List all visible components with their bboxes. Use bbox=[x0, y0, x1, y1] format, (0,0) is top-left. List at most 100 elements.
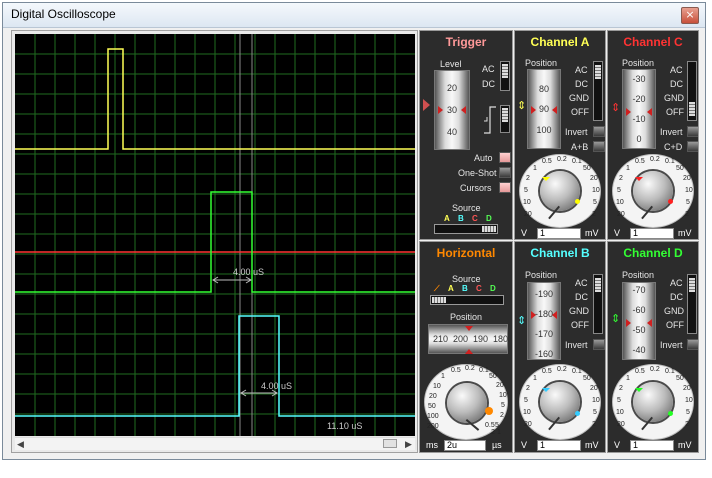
channel-b-unit-mv: mV bbox=[585, 440, 599, 450]
channel-a-scale-dial: 0.5 0.2 0.1 50 20 10 5 2 1 2 5 10 20 bbox=[519, 154, 601, 228]
channel-d-title: Channel D bbox=[623, 246, 683, 260]
channel-d-gnd: GND bbox=[664, 306, 684, 316]
channel-c-unit-v: V bbox=[614, 228, 621, 238]
channel-b-offset-icon: ⇕ bbox=[517, 315, 527, 327]
horizontal-panel: Horizontal Source ⟋ A B C D Position 210… bbox=[419, 241, 513, 453]
trigger-source-d: D bbox=[486, 214, 492, 223]
trigger-title: Trigger bbox=[445, 35, 487, 49]
channel-b-invert-button[interactable] bbox=[593, 339, 605, 350]
horizontal-value-field[interactable]: 2u bbox=[444, 440, 486, 451]
scroll-thumb[interactable] bbox=[383, 439, 397, 448]
trigger-scale-20: 20 bbox=[446, 83, 457, 93]
channel-c-position-drum[interactable]: -30 -20 -10 0 bbox=[622, 69, 656, 149]
channel-c-value-field[interactable]: 1 bbox=[630, 228, 674, 239]
channel-d-invert-label: Invert bbox=[660, 340, 683, 350]
channel-b-off: OFF bbox=[571, 320, 589, 330]
title-bar: Digital Oscilloscope × bbox=[3, 3, 705, 28]
channel-a-unit-mv: mV bbox=[585, 228, 599, 238]
channel-a-fine-marker-icon bbox=[575, 199, 580, 204]
channel-d-ac: AC bbox=[670, 278, 683, 288]
trigger-scale-40: 40 bbox=[446, 127, 457, 137]
channel-b-ac: AC bbox=[575, 278, 588, 288]
channel-c-scale-0: 0 bbox=[636, 134, 642, 144]
channel-c-invert-label: Invert bbox=[660, 127, 683, 137]
channel-c-pointer-left-icon bbox=[626, 108, 631, 116]
channel-a-value-field[interactable]: 1 bbox=[537, 228, 581, 239]
channel-d-value-field[interactable]: 1 bbox=[630, 440, 674, 451]
horizontal-scale-180: 180 bbox=[493, 334, 509, 344]
channel-d-position-drum[interactable]: -70 -60 -50 -40 bbox=[622, 282, 656, 360]
channel-b-invert-label: Invert bbox=[565, 340, 588, 350]
cursors-label: Cursors bbox=[460, 183, 492, 193]
channel-d-fine-marker-icon bbox=[668, 411, 673, 416]
channel-d-offset-icon: ⇕ bbox=[611, 313, 621, 325]
channel-b-coupling-switch[interactable] bbox=[593, 274, 603, 334]
scroll-right-icon[interactable]: ▶ bbox=[405, 438, 412, 450]
horizontal-source-c: C bbox=[476, 284, 482, 293]
horizontal-unit-ms: ms bbox=[426, 440, 438, 450]
channel-c-scale-dial: 0.5 0.2 0.1 50 20 10 5 2 1 2 5 10 20 bbox=[612, 154, 694, 228]
horizontal-position-drum[interactable]: 210 200 190 180 bbox=[428, 324, 508, 354]
horizontal-scale-210: 210 bbox=[433, 334, 449, 344]
channel-d-scale-minus40: -40 bbox=[632, 345, 646, 355]
channel-a-scale-80: 80 bbox=[538, 84, 549, 94]
channel-c-title: Channel C bbox=[623, 35, 683, 49]
channel-d-unit-v: V bbox=[614, 440, 621, 450]
channel-a-position-drum[interactable]: 80 90 100 bbox=[527, 69, 561, 149]
channel-b-position-drum[interactable]: -190 -180 -170 -160 bbox=[527, 282, 561, 360]
trigger-coupling-switch[interactable] bbox=[500, 61, 510, 91]
close-button[interactable]: × bbox=[681, 7, 699, 24]
horizontal-scale-200: 200 bbox=[453, 334, 469, 344]
trigger-level-drum[interactable]: 20 30 40 bbox=[434, 70, 470, 150]
channel-c-invert-button[interactable] bbox=[687, 126, 698, 137]
channel-a-unit-v: V bbox=[521, 228, 528, 238]
channel-d-coupling-switch[interactable] bbox=[687, 274, 697, 334]
trigger-dc-label: DC bbox=[482, 79, 495, 89]
waveform-plot: 4.00 uS 4.00 uS 11.10 uS bbox=[15, 34, 415, 436]
level-pointer-left-icon bbox=[438, 106, 443, 114]
channel-c-combine-label: C+D bbox=[664, 142, 683, 152]
horizontal-title: Horizontal bbox=[436, 246, 496, 260]
horizontal-unit-us: µs bbox=[492, 440, 502, 450]
scope-display: 4.00 uS 4.00 uS 11.10 uS bbox=[15, 34, 415, 436]
channel-d-position-label: Position bbox=[622, 270, 655, 280]
auto-button[interactable] bbox=[499, 152, 511, 163]
channel-a-combine-button[interactable] bbox=[593, 141, 605, 152]
channel-c-combine-button[interactable] bbox=[687, 141, 698, 152]
channel-d-invert-button[interactable] bbox=[687, 339, 698, 350]
channel-a-offset-icon: ⇕ bbox=[517, 100, 527, 112]
channel-a-title: Channel A bbox=[530, 35, 590, 49]
channel-c-coupling-switch[interactable] bbox=[687, 61, 697, 121]
channel-b-gnd: GND bbox=[569, 306, 589, 316]
horizontal-pointer-top-icon bbox=[465, 326, 473, 331]
channel-a-dc: DC bbox=[575, 79, 588, 89]
one-shot-button[interactable] bbox=[499, 167, 511, 178]
channel-d-scale-minus70: -70 bbox=[632, 285, 646, 295]
trigger-edge-icon bbox=[484, 106, 496, 134]
trigger-source-b: B bbox=[458, 214, 464, 223]
channel-b-value-field[interactable]: 1 bbox=[537, 440, 581, 451]
level-pointer-right-icon bbox=[461, 106, 466, 114]
horizontal-source-slider[interactable] bbox=[430, 295, 504, 305]
trigger-source-slider[interactable] bbox=[434, 224, 498, 234]
grid bbox=[15, 34, 415, 436]
channel-d-knob-marker-icon bbox=[635, 388, 643, 396]
channel-c-position-label: Position bbox=[622, 58, 655, 68]
scroll-left-icon[interactable]: ◀ bbox=[17, 438, 24, 450]
channel-a-coupling-switch[interactable] bbox=[593, 61, 603, 121]
channel-d-pointer-left-icon bbox=[626, 319, 631, 327]
horizontal-timebase-knob[interactable] bbox=[447, 383, 487, 431]
horizontal-source-ramp-icon: ⟋ bbox=[434, 284, 440, 293]
marker-a-arrow bbox=[212, 276, 252, 284]
trigger-source-a: A bbox=[444, 214, 450, 223]
trigger-edge-switch[interactable] bbox=[500, 105, 510, 133]
channel-a-invert-button[interactable] bbox=[593, 126, 605, 137]
horizontal-source-a: A bbox=[448, 284, 454, 293]
horizontal-knob-marker-icon bbox=[485, 407, 493, 415]
channel-c-off: OFF bbox=[666, 107, 684, 117]
channel-b-position-label: Position bbox=[525, 270, 558, 280]
horizontal-scrollbar[interactable]: ◀ ▶ bbox=[15, 437, 415, 450]
trigger-panel: Trigger Level 20 30 40 AC DC Auto One-Sh… bbox=[419, 30, 513, 240]
cursors-button[interactable] bbox=[499, 182, 511, 193]
channel-b-fine-marker-icon bbox=[575, 411, 580, 416]
